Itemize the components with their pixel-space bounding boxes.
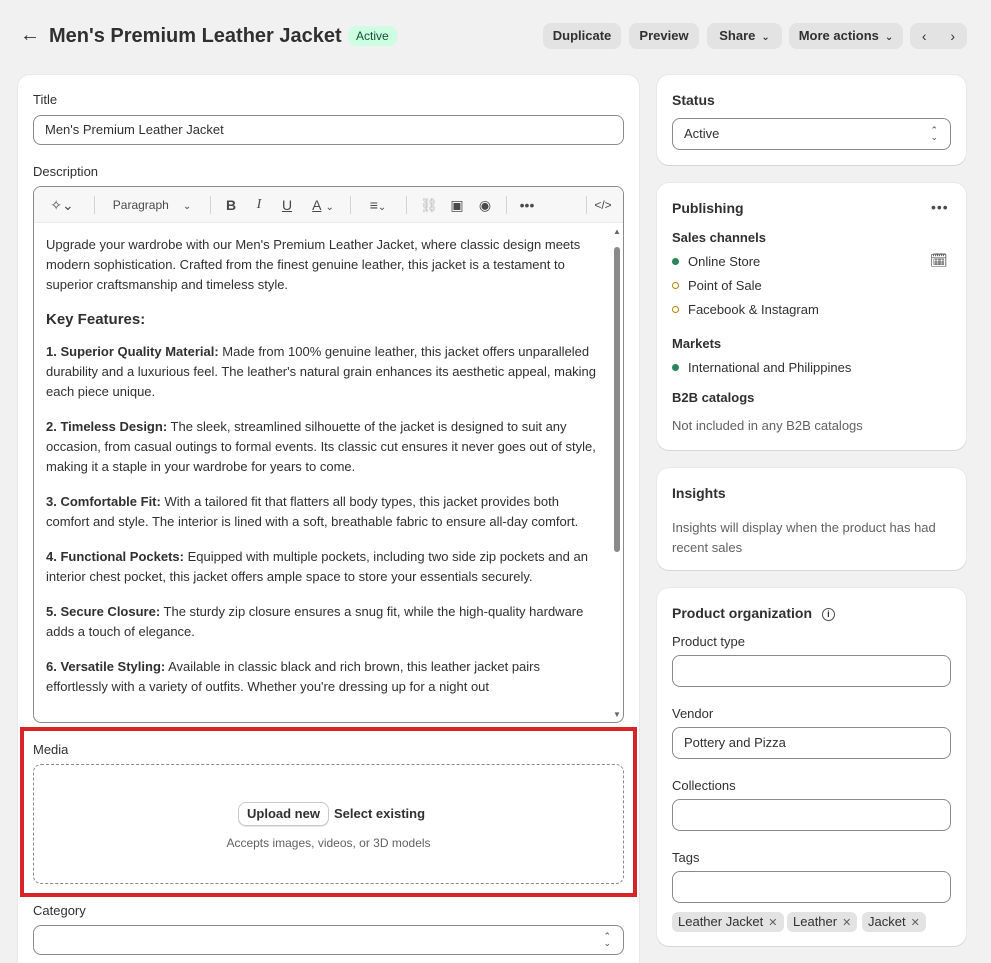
editor-toolbar: ✧⌄ Paragraph ⌄ B I U A ⌄ ≡⌄ ⛓ ▣ ◉ ••• </>: [34, 187, 623, 223]
collections-input[interactable]: [672, 799, 951, 831]
vendor-label: Vendor: [672, 706, 714, 721]
published-dot-icon: [672, 258, 679, 266]
italic-button[interactable]: I: [250, 195, 268, 215]
underline-button[interactable]: U: [278, 195, 296, 215]
description-content[interactable]: Upgrade your wardrobe with our Men's Pre…: [46, 235, 601, 712]
tag-chip: Leather ✕: [787, 912, 858, 932]
feature-item: 6. Versatile Styling: Available in class…: [46, 659, 540, 694]
info-icon[interactable]: i: [821, 607, 835, 621]
publishing-title: Publishing: [672, 200, 744, 216]
vendor-input[interactable]: Pottery and Pizza: [672, 727, 951, 759]
unpublished-dot-icon: [672, 306, 679, 314]
code-view-icon[interactable]: </>: [592, 195, 614, 215]
select-chevrons-icon: ⌃ ⌄: [930, 125, 938, 142]
back-arrow-icon[interactable]: ←: [20, 22, 42, 48]
category-select[interactable]: ⌃ ⌄: [33, 925, 624, 955]
tag-chip: Jacket ✕: [862, 912, 926, 932]
feature-item: 2. Timeless Design: The sleek, streamlin…: [46, 419, 596, 474]
chevron-left-icon[interactable]: ‹: [910, 23, 939, 49]
highlight-box: [20, 727, 637, 897]
channel-item: Online Store: [672, 254, 760, 269]
close-icon[interactable]: ✕: [768, 917, 777, 929]
market-item: International and Philippines: [672, 360, 851, 375]
chevron-down-icon: ⌄: [884, 32, 894, 43]
chevron-down-icon: ⌄: [325, 202, 334, 213]
align-icon[interactable]: ≡⌄: [362, 195, 394, 215]
close-icon[interactable]: ✕: [842, 917, 851, 929]
category-label: Category: [33, 903, 86, 918]
feature-item: 3. Comfortable Fit: With a tailored fit …: [46, 494, 579, 529]
product-type-label: Product type: [672, 634, 745, 649]
tags-input[interactable]: [672, 871, 951, 903]
link-icon[interactable]: ⛓: [420, 195, 438, 215]
product-type-input[interactable]: [672, 655, 951, 687]
chevron-right-icon[interactable]: ›: [939, 23, 968, 49]
preview-button[interactable]: Preview: [629, 23, 699, 49]
sales-channels-label: Sales channels: [672, 230, 766, 245]
more-actions-button[interactable]: More actions ⌄: [789, 23, 903, 49]
title-label: Title: [33, 92, 58, 107]
description-editor: ✧⌄ Paragraph ⌄ B I U A ⌄ ≡⌄ ⛓ ▣ ◉ ••• </> …: [33, 186, 624, 723]
scroll-up-icon[interactable]: ▲: [613, 227, 621, 236]
description-label: Description: [33, 164, 99, 179]
published-dot-icon: [672, 364, 679, 372]
chevron-down-icon: ⌄: [182, 201, 192, 212]
bold-button[interactable]: B: [222, 195, 240, 215]
duplicate-button[interactable]: Duplicate: [543, 23, 621, 49]
paragraph-select[interactable]: Paragraph ⌄: [106, 195, 198, 215]
collections-label: Collections: [672, 778, 736, 793]
select-chevrons-icon: ⌃ ⌄: [603, 931, 611, 948]
status-select[interactable]: Active ⌃ ⌄: [672, 118, 951, 150]
close-icon[interactable]: ✕: [911, 917, 920, 929]
schedule-calendar-icon[interactable]: 🗓: [930, 252, 948, 269]
scroll-down-icon[interactable]: ▼: [613, 710, 621, 719]
feature-item: 1. Superior Quality Material: Made from …: [46, 344, 597, 399]
more-horizontal-icon[interactable]: •••: [931, 199, 949, 215]
text-color-button[interactable]: A ⌄: [306, 195, 340, 215]
product-organization-title: Product organization i: [672, 605, 835, 621]
channel-item: Facebook & Instagram: [672, 302, 819, 317]
b2b-catalogs-text: Not included in any B2B catalogs: [672, 418, 863, 433]
image-icon[interactable]: ▣: [448, 195, 466, 215]
page-title: Men's Premium Leather Jacket: [49, 25, 342, 47]
ai-sparkle-icon[interactable]: ✧⌄: [46, 195, 78, 215]
b2b-catalogs-label: B2B catalogs: [672, 390, 755, 405]
status-badge: Active: [348, 26, 397, 46]
product-pagination: ‹ ›: [910, 23, 967, 49]
title-input[interactable]: Men's Premium Leather Jacket: [33, 115, 624, 145]
chevron-down-icon: ⌄: [761, 32, 770, 43]
tags-label: Tags: [672, 850, 700, 865]
channel-item: Point of Sale: [672, 278, 762, 293]
feature-item: 5. Secure Closure: The sturdy zip closur…: [46, 604, 584, 639]
status-title: Status: [672, 92, 715, 108]
share-button[interactable]: Share ⌄: [707, 23, 782, 49]
unpublished-dot-icon: [672, 282, 679, 290]
editor-scrollbar[interactable]: ▲ ▼: [613, 227, 621, 719]
markets-label: Markets: [672, 336, 722, 351]
feature-item: 4. Functional Pockets: Equipped with mul…: [46, 549, 588, 584]
insights-text: Insights will display when the product h…: [672, 520, 936, 555]
scrollbar-thumb[interactable]: [614, 247, 620, 552]
insights-title: Insights: [672, 485, 726, 501]
video-icon[interactable]: ◉: [476, 195, 494, 215]
more-formatting-icon[interactable]: •••: [516, 195, 538, 215]
tag-chip: Leather Jacket ✕: [672, 912, 784, 932]
